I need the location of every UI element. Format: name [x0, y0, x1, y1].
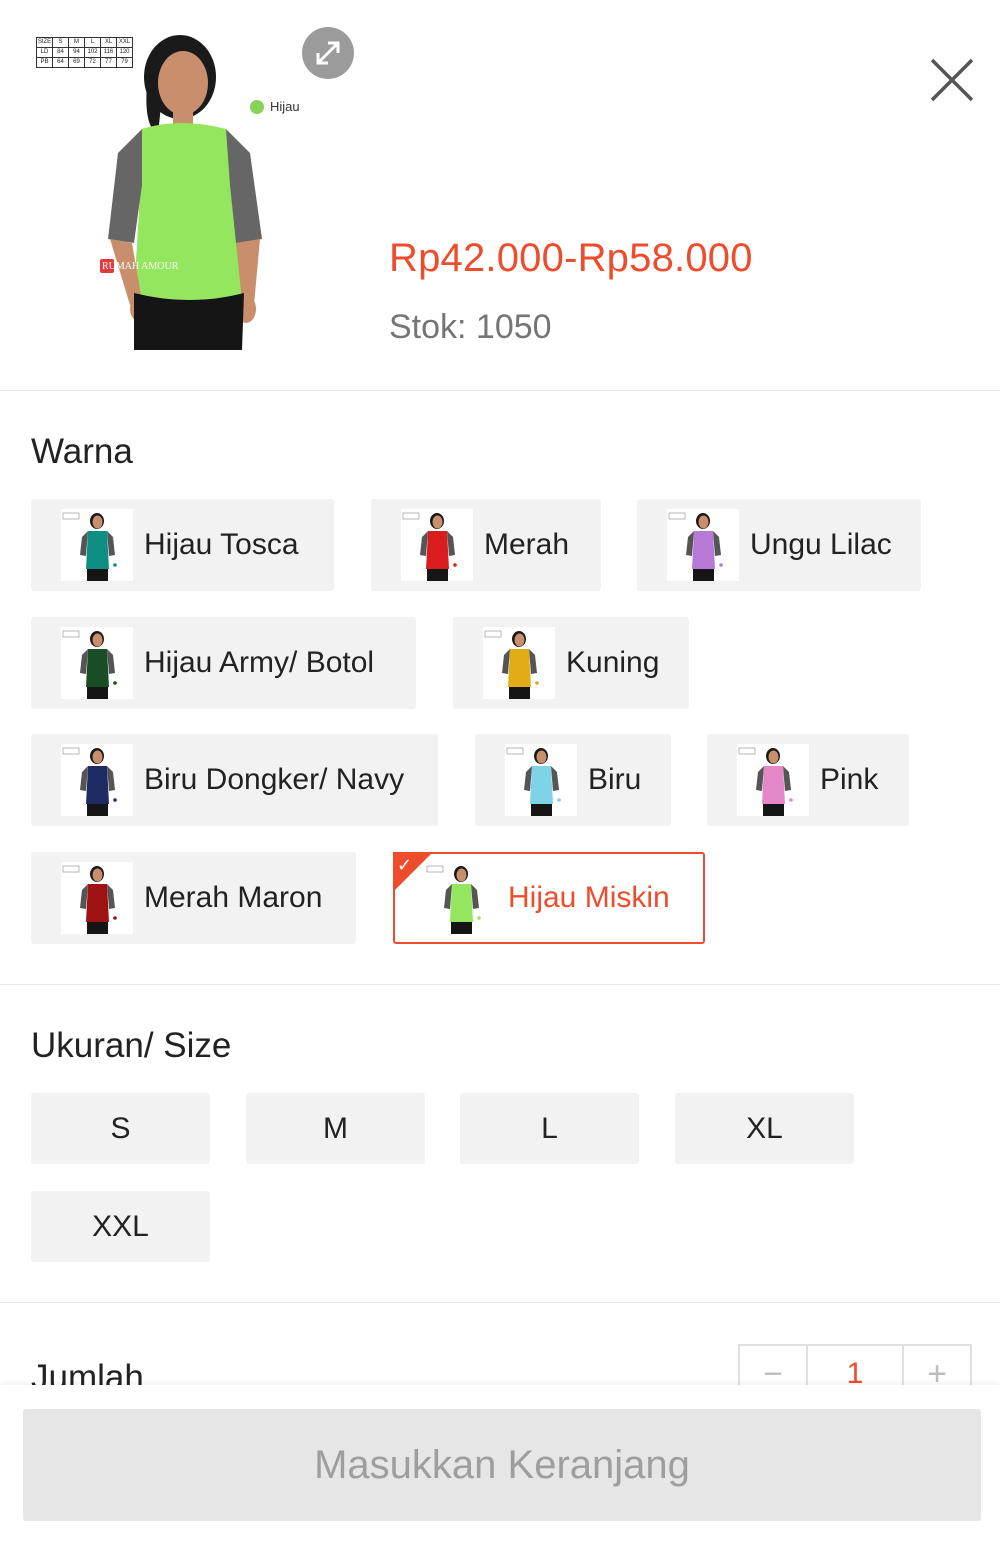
color-thumbnail	[61, 627, 133, 699]
color-option-label: Pink	[820, 763, 879, 796]
color-thumbnail	[61, 862, 133, 934]
brand-watermark: RUMAH AMOUR	[102, 261, 179, 272]
color-option[interactable]: Kuning	[453, 617, 689, 709]
stock-count: Stok: 1050	[389, 308, 552, 346]
color-option-label: Biru	[588, 763, 642, 796]
add-to-cart-button[interactable]: Masukkan Keranjang	[23, 1409, 981, 1521]
color-thumbnail	[425, 862, 497, 934]
color-option-label: Hijau Miskin	[508, 881, 670, 914]
color-option-label: Hijau Tosca	[144, 528, 299, 561]
color-option[interactable]: Ungu Lilac	[637, 499, 921, 591]
image-color-tag: Hijau	[250, 99, 300, 114]
color-thumbnail	[401, 509, 473, 581]
close-button[interactable]	[926, 54, 978, 106]
color-option[interactable]: Biru	[475, 734, 671, 826]
color-option-label: Biru Dongker/ Navy	[144, 763, 405, 796]
expand-icon	[316, 41, 340, 65]
size-option[interactable]: S	[31, 1093, 210, 1164]
color-thumbnail	[61, 509, 133, 581]
product-header: SIZE S M L XL XXL LD 84 94 102 116 120 PB 64 69 72 77 79 …	[0, 0, 1000, 390]
model-photo	[100, 35, 262, 350]
size-section-title: Ukuran/ Size	[31, 1026, 232, 1065]
color-option-label: Merah	[484, 528, 570, 561]
divider	[0, 1302, 1000, 1303]
color-option[interactable]: Hijau Army/ Botol	[31, 617, 416, 709]
color-option-label: Ungu Lilac	[750, 528, 892, 561]
footer-bar: Masukkan Keranjang	[0, 1385, 1000, 1543]
color-option-label: Kuning	[566, 646, 660, 679]
size-option[interactable]: XXL	[31, 1191, 210, 1262]
color-option-label: Merah Maron	[144, 881, 323, 914]
color-option[interactable]: Merah	[371, 499, 601, 591]
size-option[interactable]: L	[460, 1093, 639, 1164]
color-thumbnail	[737, 744, 809, 816]
color-option[interactable]: Biru Dongker/ Navy	[31, 734, 438, 826]
size-option[interactable]: XL	[675, 1093, 854, 1164]
color-thumbnail	[483, 627, 555, 699]
size-option[interactable]: M	[246, 1093, 425, 1164]
color-thumbnail	[667, 509, 739, 581]
color-option[interactable]: Merah Maron	[31, 852, 356, 944]
close-icon	[930, 58, 974, 102]
expand-image-button[interactable]	[302, 27, 354, 79]
divider	[0, 984, 1000, 985]
color-option[interactable]: Hijau Tosca	[31, 499, 334, 591]
color-option[interactable]: Pink	[707, 734, 909, 826]
color-section-title: Warna	[31, 432, 133, 471]
product-image[interactable]: SIZE S M L XL XXL LD 84 94 102 116 120 PB 64 69 72 77 79 …	[30, 25, 360, 355]
color-thumbnail	[61, 744, 133, 816]
divider	[0, 390, 1000, 391]
color-dot-icon	[250, 99, 264, 114]
color-thumbnail	[505, 744, 577, 816]
color-option-label: Hijau Army/ Botol	[144, 646, 375, 679]
price-range: Rp42.000-Rp58.000	[389, 236, 753, 280]
color-option[interactable]: ✓ Hijau Miskin	[393, 852, 705, 944]
check-icon: ✓	[397, 855, 413, 875]
image-color-tag-label: Hijau	[270, 99, 300, 114]
